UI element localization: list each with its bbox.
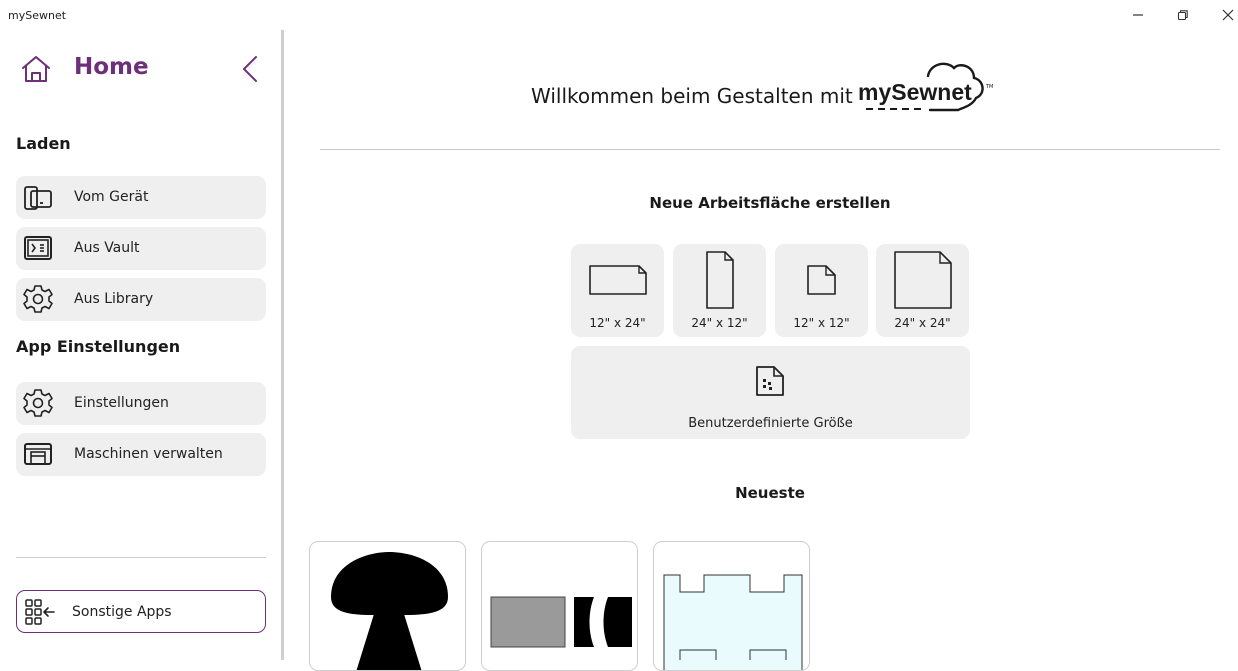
large-square-page-icon [894, 251, 952, 309]
load-from-device-button[interactable]: Vom Gerät [16, 176, 266, 219]
restore-icon [1177, 10, 1188, 21]
close-window-button[interactable] [1208, 2, 1238, 28]
chevron-left-icon [243, 56, 257, 82]
title-bar: mySewnet [0, 0, 1238, 30]
sidebar-bottom-divider [16, 557, 266, 558]
sidebar: Home Laden Vom Gerät Aus Vault Aus Libra [0, 30, 282, 660]
gear-icon [23, 389, 53, 417]
restore-button[interactable] [1163, 2, 1203, 28]
device-icon [24, 186, 52, 210]
logo-text: mySewnet [858, 79, 972, 105]
load-from-vault-button[interactable]: Aus Vault [16, 227, 266, 270]
canvas-size-24x24-label: 24" x 24" [894, 316, 951, 330]
canvas-size-12x24-button[interactable]: 12" x 24" [571, 244, 664, 337]
manage-machines-button[interactable]: Maschinen verwalten [16, 433, 266, 476]
puzzle-thumbnail [663, 574, 803, 670]
collapse-sidebar-button[interactable] [234, 52, 268, 86]
vault-icon [24, 236, 52, 260]
minimize-icon [1133, 14, 1143, 16]
other-apps-button[interactable]: Sonstige Apps [16, 590, 266, 633]
portrait-page-icon [706, 251, 734, 309]
load-from-library-label: Aus Library [74, 291, 154, 307]
svg-text:TM: TM [985, 84, 993, 90]
recent-design-shapes[interactable] [481, 541, 638, 671]
new-canvas-title: Neue Arbeitsfläche erstellen [649, 194, 891, 212]
other-apps-label: Sonstige Apps [72, 604, 172, 620]
custom-size-icon [756, 366, 784, 396]
canvas-size-12x24-label: 12" x 24" [589, 316, 646, 330]
manage-machines-label: Maschinen verwalten [74, 446, 223, 462]
canvas-size-24x12-button[interactable]: 24" x 12" [673, 244, 766, 337]
machine-icon [24, 443, 52, 465]
welcome-text: Willkommen beim Gestalten mit [531, 84, 853, 108]
section-app-settings-title: App Einstellungen [16, 337, 181, 356]
canvas-size-12x12-button[interactable]: 12" x 12" [775, 244, 868, 337]
apps-grid-icon [25, 599, 55, 625]
home-header: Home [16, 52, 266, 86]
canvas-size-24x24-button[interactable]: 24" x 24" [876, 244, 969, 337]
main-divider [320, 149, 1220, 150]
mushroom-thumbnail [331, 552, 448, 670]
app-title: mySewnet [8, 9, 67, 22]
recent-design-mushroom[interactable] [309, 541, 466, 671]
settings-button[interactable]: Einstellungen [16, 382, 266, 425]
minimize-button[interactable] [1118, 2, 1158, 28]
custom-size-button[interactable]: Benutzerdefinierte Größe [571, 346, 970, 439]
recent-design-puzzle[interactable] [653, 541, 810, 671]
load-from-device-label: Vom Gerät [74, 189, 149, 205]
home-icon [22, 56, 50, 82]
load-from-vault-label: Aus Vault [74, 240, 140, 256]
library-gear-icon [23, 285, 53, 313]
canvas-size-24x12-label: 24" x 12" [691, 316, 748, 330]
close-icon [1222, 9, 1234, 21]
load-from-library-button[interactable]: Aus Library [16, 278, 266, 321]
section-load-title: Laden [16, 134, 71, 153]
sidebar-divider [281, 30, 284, 660]
settings-label: Einstellungen [74, 395, 169, 411]
landscape-page-icon [589, 265, 647, 295]
canvas-size-12x12-label: 12" x 12" [793, 316, 850, 330]
shapes-thumbnail [490, 596, 632, 648]
recent-title: Neueste [735, 484, 805, 502]
home-title: Home [74, 54, 149, 80]
mysewnet-logo: mySewnet TM [858, 62, 993, 112]
small-square-page-icon [807, 265, 836, 295]
custom-size-label: Benutzerdefinierte Größe [688, 416, 853, 431]
